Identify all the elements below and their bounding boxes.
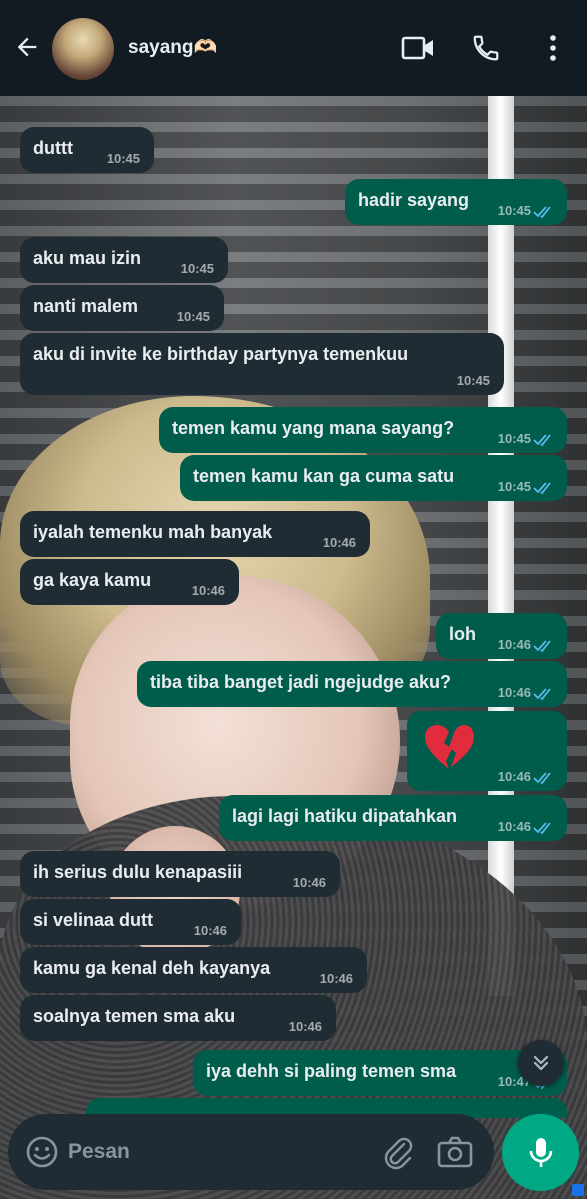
- message-time: 10:46: [292, 875, 326, 890]
- avatar[interactable]: [52, 18, 114, 80]
- message-text: aku mau izin: [33, 248, 142, 268]
- video-camera-icon: [401, 36, 433, 60]
- message-time: 10:46: [193, 923, 227, 938]
- message-outgoing[interactable]: hadir sayang 10:45: [345, 179, 567, 225]
- message-text: ih serius dulu kenapasiii: [33, 862, 243, 882]
- message-incoming[interactable]: ga kaya kamu 10:46: [20, 559, 239, 605]
- message-text: soalnya temen sma aku: [33, 1006, 236, 1026]
- message-text: nanti malem: [33, 296, 139, 316]
- phone-icon: [473, 35, 499, 61]
- read-ticks-icon: [533, 822, 551, 835]
- back-button[interactable]: [10, 30, 44, 64]
- message-time: 10:46: [497, 685, 531, 700]
- chevrons-down-icon: [533, 1055, 549, 1071]
- message-incoming[interactable]: iyalah temenku mah banyak 10:46: [20, 511, 370, 557]
- read-ticks-icon: [533, 206, 551, 219]
- message-outgoing[interactable]: iya dehh si paling temen sma 10:47: [193, 1050, 567, 1096]
- read-ticks-icon: [533, 482, 551, 495]
- message-time: 10:45: [176, 309, 210, 324]
- message-incoming[interactable]: soalnya temen sma aku 10:46: [20, 995, 336, 1041]
- message-incoming[interactable]: si velinaa dutt 10:46: [20, 899, 241, 945]
- paperclip-icon[interactable]: [380, 1134, 416, 1170]
- message-time: 10:46: [319, 971, 353, 986]
- message-text: iyalah temenku mah banyak: [33, 522, 273, 542]
- camera-icon[interactable]: [436, 1134, 474, 1170]
- message-text: loh: [449, 624, 476, 644]
- message-time: 10:46: [288, 1019, 322, 1034]
- read-ticks-icon: [533, 640, 551, 653]
- corner-badge: [572, 1184, 584, 1196]
- message-time: 10:45: [497, 203, 531, 218]
- message-text: tiba tiba banget jadi ngejudge aku?: [150, 672, 452, 692]
- message-text: aku di invite ke birthday partynya temen…: [33, 344, 409, 364]
- message-time: 10:46: [497, 819, 531, 834]
- message-incoming[interactable]: duttt 10:45: [20, 127, 154, 173]
- microphone-icon: [529, 1137, 552, 1167]
- message-incoming[interactable]: kamu ga kenal deh kayanya 10:46: [20, 947, 367, 993]
- message-composer: [8, 1114, 494, 1190]
- wallpaper-window-frame: [488, 96, 514, 996]
- emoji-smile-icon[interactable]: [24, 1134, 60, 1170]
- contact-name[interactable]: sayang🫶🏻: [128, 35, 217, 59]
- more-vertical-icon: [550, 35, 556, 61]
- message-outgoing-emoji[interactable]: 💔 10:46: [407, 711, 567, 791]
- message-time: 10:46: [497, 769, 531, 784]
- read-ticks-icon: [533, 772, 551, 785]
- message-text: temen kamu yang mana sayang?: [172, 418, 455, 438]
- message-time: 10:45: [497, 479, 531, 494]
- message-time: 10:46: [191, 583, 225, 598]
- message-outgoing[interactable]: lagi lagi hatiku dipatahkan 10:46: [219, 795, 567, 841]
- voice-call-button[interactable]: [468, 30, 504, 66]
- arrow-left-icon: [17, 37, 37, 57]
- message-text: iya dehh si paling temen sma: [206, 1061, 457, 1081]
- more-options-button[interactable]: [535, 30, 571, 66]
- message-outgoing[interactable]: tiba tiba banget jadi ngejudge aku? 10:4…: [137, 661, 567, 707]
- read-ticks-icon: [533, 688, 551, 701]
- read-ticks-icon: [533, 434, 551, 447]
- video-call-button[interactable]: [400, 30, 436, 66]
- message-text: temen kamu kan ga cuma satu: [193, 466, 455, 486]
- message-text: si velinaa dutt: [33, 910, 154, 930]
- message-time: 10:45: [497, 431, 531, 446]
- message-text: hadir sayang: [358, 190, 470, 210]
- scroll-to-bottom-button[interactable]: [518, 1040, 564, 1086]
- message-time: 10:45: [180, 261, 214, 276]
- message-outgoing[interactable]: temen kamu yang mana sayang? 10:45: [159, 407, 567, 453]
- message-time: 10:46: [497, 637, 531, 652]
- message-input[interactable]: [68, 1136, 368, 1168]
- voice-message-button[interactable]: [502, 1114, 579, 1191]
- message-text: ga kaya kamu: [33, 570, 152, 590]
- message-outgoing[interactable]: loh 10:46: [436, 613, 567, 659]
- message-text: lagi lagi hatiku dipatahkan: [232, 806, 458, 826]
- message-time: 10:45: [456, 373, 490, 388]
- message-text: duttt: [33, 138, 73, 158]
- message-incoming[interactable]: aku di invite ke birthday partynya temen…: [20, 333, 504, 395]
- chat-header: sayang🫶🏻: [0, 0, 587, 96]
- message-text: kamu ga kenal deh kayanya: [33, 958, 271, 978]
- message-time: 10:45: [106, 151, 140, 166]
- message-outgoing[interactable]: temen kamu kan ga cuma satu 10:45: [180, 455, 567, 501]
- message-incoming[interactable]: aku mau izin 10:45: [20, 237, 228, 283]
- broken-heart-emoji: [425, 725, 474, 769]
- message-incoming[interactable]: nanti malem 10:45: [20, 285, 224, 331]
- message-time: 10:46: [322, 535, 356, 550]
- message-incoming[interactable]: ih serius dulu kenapasiii 10:46: [20, 851, 340, 897]
